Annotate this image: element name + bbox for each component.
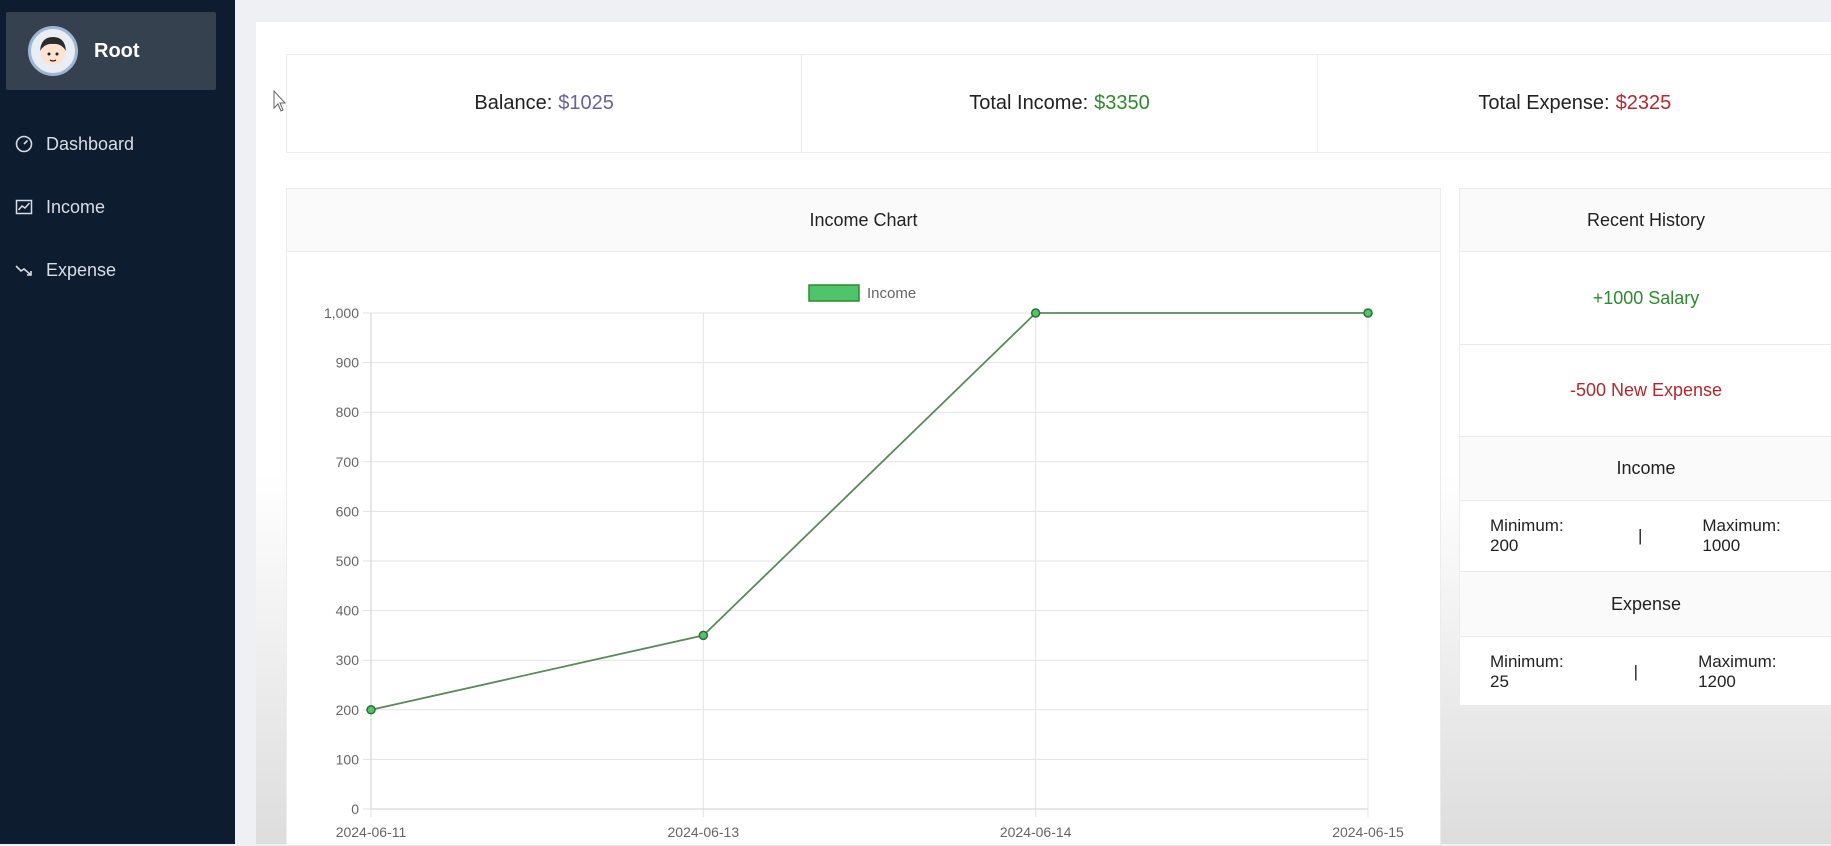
sidebar-item-label: Expense — [46, 259, 117, 280]
summary-bar: Balance: $1025 Total Income: $3350 Total… — [286, 54, 1831, 153]
expense-maximum: Maximum: 1200 — [1698, 652, 1777, 691]
total-income-stat: Total Income: $3350 — [802, 55, 1318, 152]
avatar — [28, 26, 78, 76]
y-tick-label: 1,000 — [324, 305, 359, 321]
total-expense-label: Total Expense: — [1478, 92, 1610, 114]
expense-range: Minimum: 25 | Maximum: 1200 — [1460, 637, 1831, 707]
y-tick-label: 100 — [336, 751, 360, 767]
income-minimum: Minimum: 200 — [1490, 516, 1564, 555]
balance-label: Balance: — [474, 92, 553, 114]
history-item-text: +1000 Salary — [1592, 287, 1700, 308]
y-tick-label: 700 — [336, 454, 360, 470]
data-point — [1363, 308, 1373, 318]
income-range: Minimum: 200 | Maximum: 1000 — [1460, 501, 1831, 572]
sidebar-item-income[interactable]: Income — [14, 187, 214, 227]
expense-minimum: Minimum: 25 — [1490, 652, 1564, 691]
total-expense-stat: Total Expense: $2325 — [1318, 55, 1831, 152]
recent-history-card: Recent History +1000 Salary -500 New Exp… — [1459, 188, 1831, 706]
balance-value: $1025 — [558, 92, 614, 114]
y-tick-label: 200 — [336, 702, 360, 718]
data-point — [698, 630, 709, 641]
y-tick-label: 600 — [336, 503, 360, 519]
sidebar-item-label: Dashboard — [46, 133, 135, 154]
y-tick-label: 400 — [336, 603, 360, 619]
y-tick-label: 300 — [336, 652, 360, 668]
y-tick-label: 0 — [351, 801, 359, 817]
sidebar-item-label: Income — [46, 196, 106, 217]
chart-card-title: Income Chart — [287, 189, 1440, 252]
user-profile[interactable]: Root — [6, 12, 216, 90]
x-tick-label: 2024-06-11 — [336, 824, 407, 840]
y-tick-label: 900 — [336, 355, 360, 371]
y-tick-label: 500 — [336, 553, 360, 569]
data-point — [366, 705, 376, 715]
y-tick-label: 800 — [336, 404, 360, 420]
expense-range-title: Expense — [1460, 572, 1831, 637]
total-income-value: $3350 — [1094, 92, 1150, 114]
total-expense-value: $2325 — [1615, 92, 1672, 114]
sidebar-item-dashboard[interactable]: Dashboard — [14, 124, 214, 164]
legend-label: Income — [867, 285, 916, 302]
income-line-chart[interactable]: 0 100 200 300 400 500 600 700 800 900 1,000 2024-06… — [286, 251, 1439, 844]
chart-line-icon — [15, 199, 33, 215]
mouse-cursor-icon — [273, 90, 287, 112]
income-maximum: Maximum: 1000 — [1702, 516, 1781, 555]
data-point — [1030, 308, 1041, 318]
history-item-income: +1000 Salary — [1460, 252, 1831, 345]
sidebar: Root Dashboard Income Expense — [0, 0, 235, 844]
income-range-title: Income — [1460, 437, 1831, 501]
balance-stat: Balance: $1025 — [287, 55, 803, 152]
range-separator: | — [1633, 662, 1639, 681]
gauge-icon — [15, 135, 33, 153]
x-tick-label: 2024-06-14 — [1000, 824, 1072, 840]
x-tick-label: 2024-06-15 — [1332, 824, 1404, 840]
user-name: Root — [94, 40, 140, 62]
history-title: Recent History — [1460, 189, 1831, 252]
history-item-expense: -500 New Expense — [1460, 345, 1831, 437]
legend-swatch — [808, 284, 860, 302]
total-income-label: Total Income: — [969, 92, 1089, 114]
history-item-text: -500 New Expense — [1569, 380, 1723, 400]
sidebar-item-expense[interactable]: Expense — [14, 250, 214, 290]
trend-down-icon — [15, 265, 32, 276]
range-separator: | — [1637, 526, 1643, 545]
x-tick-label: 2024-06-13 — [668, 824, 740, 840]
